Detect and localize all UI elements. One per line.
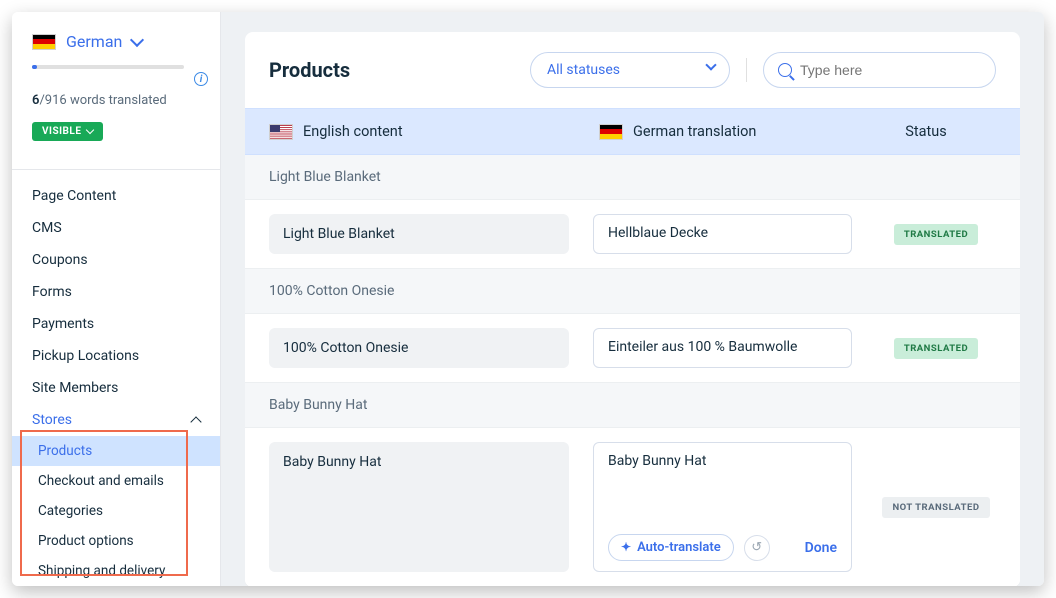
translation-row: Baby Bunny Hat Baby Bunny Hat Auto-trans… — [245, 428, 1020, 586]
chevron-down-icon — [705, 59, 716, 70]
sidebar-nav: Page Content CMS Coupons Forms Payments … — [12, 170, 220, 586]
status-badge: TRANSLATED — [894, 338, 978, 359]
source-text: Light Blue Blanket — [269, 214, 569, 254]
flag-de-icon — [32, 34, 56, 50]
nav-payments[interactable]: Payments — [12, 308, 220, 340]
status-badge: NOT TRANSLATED — [882, 497, 989, 518]
nav-cms[interactable]: CMS — [12, 212, 220, 244]
target-text-editor[interactable]: Baby Bunny Hat Auto-translate ↺ Done — [593, 442, 852, 572]
chevron-down-icon — [86, 126, 94, 134]
target-text[interactable]: Einteiler aus 100 % Baumwolle — [593, 328, 852, 368]
app-window: German i 6/916 words translated VISIBLE … — [12, 12, 1044, 586]
translation-progress-bar — [32, 65, 184, 69]
nav-coupons[interactable]: Coupons — [12, 244, 220, 276]
editor-footer: Auto-translate ↺ Done — [608, 524, 837, 561]
chevron-up-icon — [190, 416, 201, 427]
page-title: Products — [269, 58, 514, 82]
search-input[interactable] — [800, 62, 981, 78]
subnav-categories[interactable]: Categories — [12, 496, 220, 526]
nav-pickup-locations[interactable]: Pickup Locations — [12, 340, 220, 372]
section-title: 100% Cotton Onesie — [245, 269, 1020, 314]
chevron-down-icon — [130, 32, 144, 46]
status-filter-dropdown[interactable]: All statuses — [530, 52, 730, 88]
divider — [746, 58, 747, 82]
nav-stores-sub: Products Checkout and emails Categories … — [12, 436, 220, 586]
sidebar: German i 6/916 words translated VISIBLE … — [12, 12, 221, 586]
auto-translate-button[interactable]: Auto-translate — [608, 534, 734, 561]
subnav-products[interactable]: Products — [12, 436, 220, 466]
nav-page-content[interactable]: Page Content — [12, 180, 220, 212]
target-text[interactable]: Hellblaue Decke — [593, 214, 852, 254]
visibility-toggle[interactable]: VISIBLE — [32, 122, 103, 141]
source-text: 100% Cotton Onesie — [269, 328, 569, 368]
flag-us-icon — [269, 124, 293, 140]
translation-row: Light Blue Blanket Hellblaue Decke TRANS… — [245, 200, 1020, 269]
products-card: Products All statuses English content — [245, 32, 1020, 586]
nav-site-members[interactable]: Site Members — [12, 372, 220, 404]
translation-row: 100% Cotton Onesie Einteiler aus 100 % B… — [245, 314, 1020, 383]
col-source-label: English content — [303, 123, 403, 140]
reset-button[interactable]: ↺ — [744, 535, 770, 561]
card-header: Products All statuses — [245, 32, 1020, 108]
done-button[interactable]: Done — [805, 540, 837, 556]
subnav-shipping-delivery[interactable]: Shipping and delivery — [12, 556, 220, 586]
language-label: German — [66, 32, 122, 51]
status-badge: TRANSLATED — [894, 224, 978, 245]
main-area: Products All statuses English content — [221, 12, 1044, 586]
subnav-checkout-emails[interactable]: Checkout and emails — [12, 466, 220, 496]
search-icon — [778, 63, 792, 77]
source-text: Baby Bunny Hat — [269, 442, 569, 572]
info-icon[interactable]: i — [194, 72, 208, 86]
nav-forms[interactable]: Forms — [12, 276, 220, 308]
search-box[interactable] — [763, 52, 996, 88]
section-title: Baby Bunny Hat — [245, 383, 1020, 428]
col-status-label: Status — [856, 123, 996, 140]
sparkle-icon — [621, 540, 631, 555]
subnav-product-options[interactable]: Product options — [12, 526, 220, 556]
words-translated-label: 6/916 words translated — [32, 93, 200, 108]
columns-header: English content German translation Statu… — [245, 108, 1020, 155]
nav-stores[interactable]: Stores — [12, 404, 220, 436]
flag-de-icon — [599, 124, 623, 140]
col-target-label: German translation — [633, 123, 756, 140]
language-selector[interactable]: German — [32, 32, 200, 51]
section-title: Light Blue Blanket — [245, 155, 1020, 200]
